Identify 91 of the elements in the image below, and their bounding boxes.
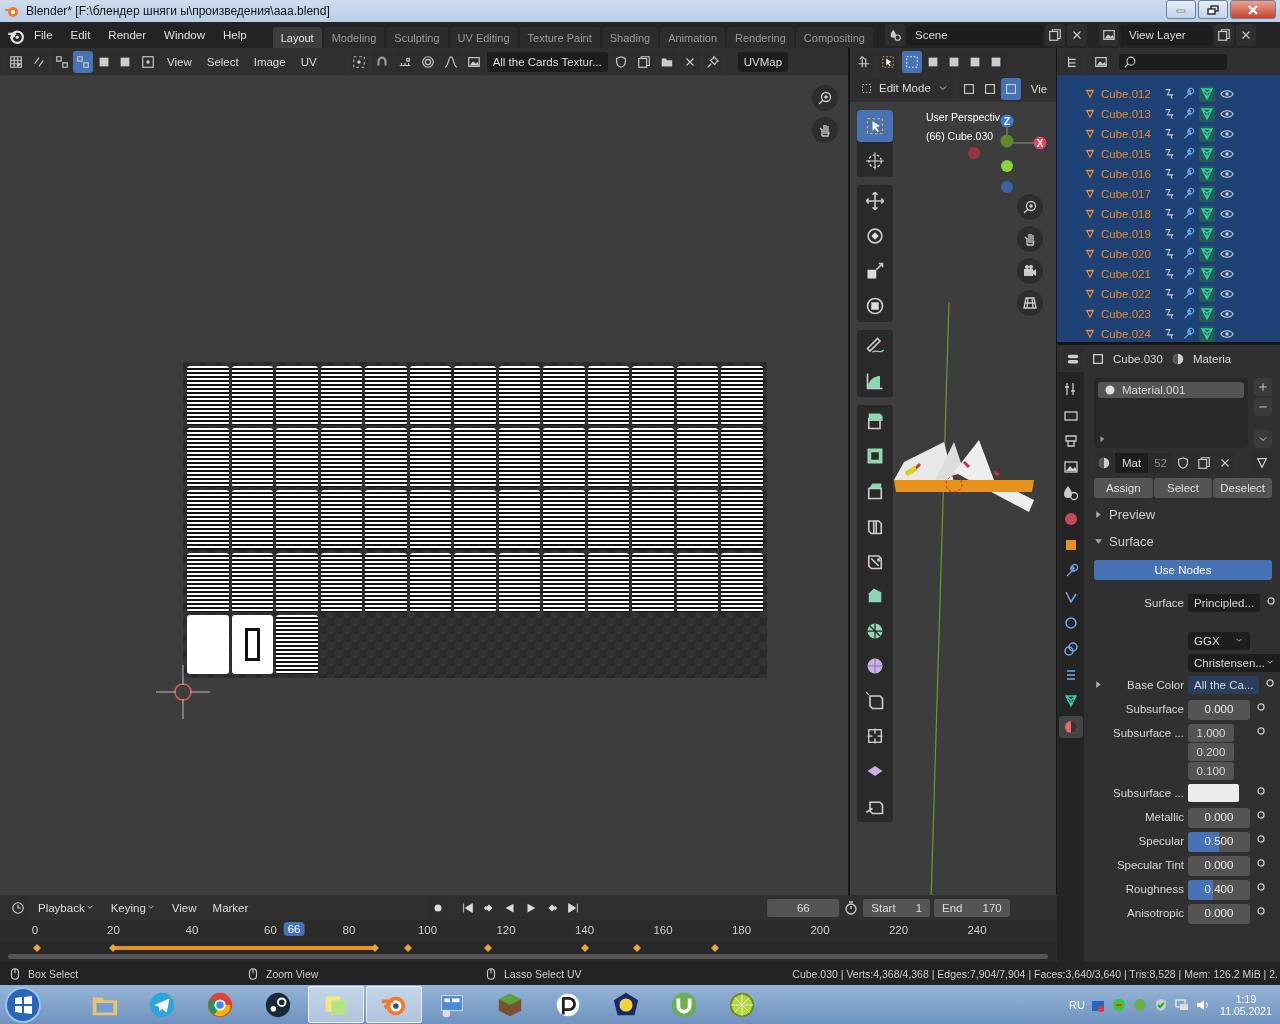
axis-label: X (1036, 137, 1044, 149)
frame-number: 200 (810, 924, 830, 936)
menu-item[interactable]: Edit (62, 26, 99, 44)
window-title: Blender* [F:\блендер шняги ы\произведения\aaa.blend] (26, 4, 331, 18)
frame-number: 0 (31, 924, 39, 936)
field-label: Metallic (1144, 810, 1184, 823)
field-label: Base Color (1127, 679, 1184, 691)
value-slider[interactable]: 0.000 (1188, 904, 1250, 924)
workspace-tab[interactable]: Sculpting (386, 27, 448, 48)
frame-number: 40 (185, 924, 199, 936)
frame-number: 220 (888, 924, 909, 936)
value-slider[interactable]: 0.000 (1188, 856, 1250, 876)
axis-label: Z (1003, 115, 1011, 127)
frame-number: 240 (967, 924, 987, 936)
field-label: Subsurface (1124, 702, 1184, 715)
viewport-info-text: (66) Cube.030 (926, 130, 995, 142)
dropdown[interactable]: Christensen... (1188, 654, 1280, 672)
number-field[interactable]: 0.200 (1188, 743, 1234, 761)
image-name-field[interactable]: All the Cards Textur... (486, 51, 608, 72)
object-name: Cube.030 (1113, 352, 1163, 365)
menu-item[interactable]: Render (100, 26, 155, 44)
current-frame-field[interactable]: 66 (767, 898, 840, 917)
frame-number: 120 (496, 924, 516, 936)
hint-text: Lasso Select UV (504, 967, 582, 980)
frame-number: 60 (264, 924, 277, 936)
field-label: End (942, 901, 963, 914)
frame-number: 100 (417, 924, 438, 936)
field-label: Subsurface ... (1112, 726, 1184, 739)
node-link-field[interactable]: All the Ca... (1188, 676, 1260, 694)
hint-text: Box Select (28, 967, 79, 980)
panel-header[interactable]: Surface (1094, 529, 1272, 552)
field-value: 1 (915, 901, 923, 914)
number-field[interactable]: 1.000 (1188, 724, 1234, 742)
menu-item[interactable]: View (161, 52, 198, 71)
menu-item[interactable]: Image (247, 52, 292, 71)
frame-number: 20 (107, 924, 120, 936)
frame-number: 80 (342, 924, 356, 936)
field-label: Roughness (1124, 882, 1184, 895)
value-slider[interactable]: 0.500 (1188, 832, 1250, 852)
material-slot[interactable]: Material.001 (1098, 382, 1244, 398)
end-frame-field[interactable]: End 170 (934, 898, 1010, 917)
workspace-tab[interactable]: Compositing (795, 27, 873, 48)
slot-action-button[interactable]: Assign (1094, 478, 1153, 498)
field-label: Surface (1144, 597, 1184, 609)
start-frame-field[interactable]: Start 1 (863, 898, 931, 917)
number-field[interactable]: 0.100 (1188, 762, 1234, 780)
node-link-field[interactable]: Principled... (1188, 594, 1261, 612)
menu-item[interactable]: Marker (206, 898, 255, 917)
menu-item[interactable]: Window (156, 26, 213, 44)
uv-map-field[interactable]: UVMap (737, 51, 789, 72)
menu-item[interactable]: Select (200, 52, 245, 71)
menu-item[interactable]: Vie (1024, 79, 1054, 98)
workspace-tab[interactable]: Animation (660, 27, 726, 48)
menu-item[interactable]: File (26, 26, 61, 44)
field-label: Specular Tint (1115, 858, 1184, 871)
hint-text: Zoom View (266, 967, 319, 980)
panel-header[interactable]: Preview (1094, 502, 1272, 525)
menu-dropdown[interactable]: Playback (32, 898, 101, 917)
use-nodes-button[interactable]: Use Nodes (1094, 560, 1272, 580)
user-count[interactable]: 52 (1149, 453, 1172, 473)
frame-number: 140 (574, 924, 595, 936)
field-label: Specular (1137, 834, 1184, 847)
menu-item[interactable]: UV (294, 52, 323, 71)
dropdown[interactable]: GGX (1188, 632, 1250, 650)
slot-action-button[interactable]: Select (1153, 478, 1213, 498)
slot-action-button[interactable]: Deselect (1213, 478, 1272, 498)
value-slider[interactable]: 0.000 (1188, 700, 1250, 720)
context-name: Materia (1192, 352, 1232, 365)
scene-statistics: Cube.030 | Verts:4,368/4,368 | Edges:7,904/7,904 | Faces:3,640/3,640 | Tris:8,528 | Mem: 126.2 MiB | 2. (792, 967, 1279, 980)
current-frame-marker[interactable]: 66 (283, 922, 305, 936)
field-label: Start (871, 901, 896, 914)
workspace-tab[interactable]: Modeling (323, 27, 385, 48)
field-label: Anisotropic (1126, 906, 1184, 919)
menu-dropdown[interactable]: Keying (104, 898, 162, 917)
workspace-tab[interactable]: Texture Paint (519, 27, 600, 48)
view-layer-field[interactable]: View Layer (1120, 25, 1212, 45)
workspace-tab[interactable]: Rendering (727, 27, 794, 48)
menu-item[interactable]: View (165, 898, 203, 917)
workspace-tab[interactable]: Layout (272, 27, 322, 48)
workspace-tab[interactable]: Shading (601, 27, 659, 48)
material-name-field[interactable]: Mat (1115, 453, 1149, 473)
field-label: Subsurface ... (1112, 786, 1184, 799)
workspace-tab[interactable]: UV Editing (449, 27, 518, 48)
value-slider[interactable]: 0.000 (1188, 808, 1250, 828)
frame-number: 160 (653, 924, 673, 936)
viewport-info-text: User Perspectiv (926, 111, 1001, 123)
menu-item[interactable]: Help (215, 26, 255, 44)
frame-number: 180 (731, 924, 752, 936)
field-value: 170 (982, 901, 1002, 914)
axis-gizmo-drawing[interactable]: Z X (1000, 114, 1048, 194)
scene-field[interactable]: Scene (906, 25, 1043, 45)
